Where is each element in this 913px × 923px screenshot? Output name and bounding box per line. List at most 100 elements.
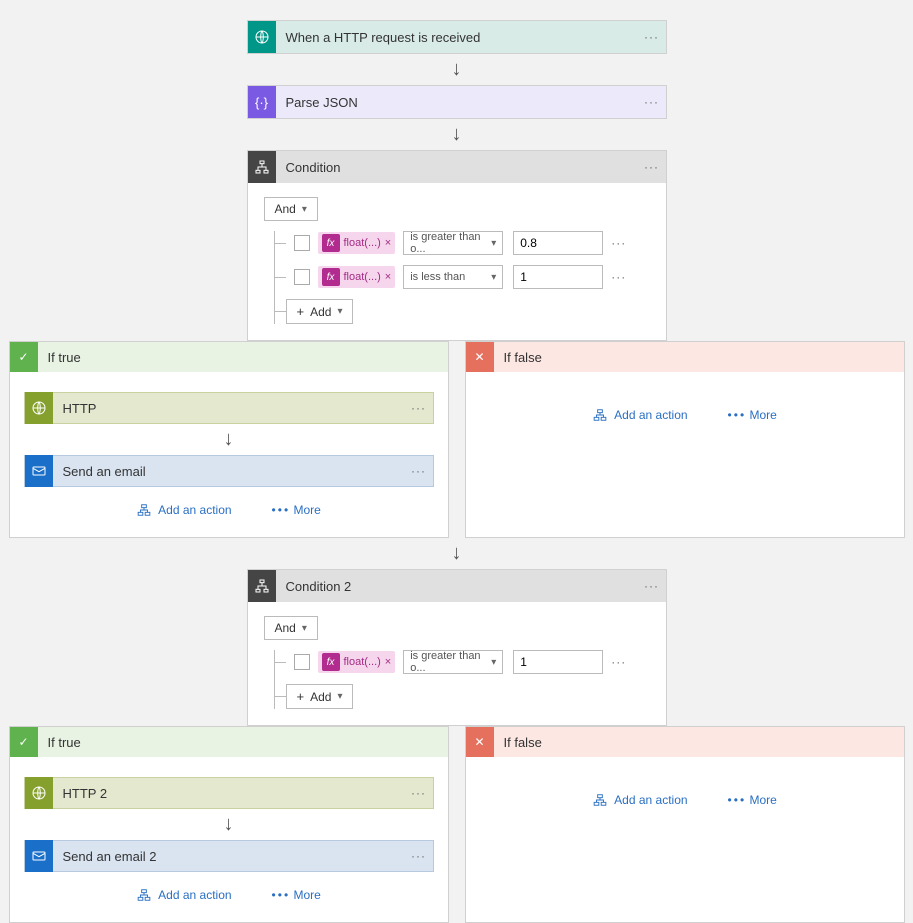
condition-row: fx float(...) × is greater than o...▾ ··… — [274, 231, 650, 255]
trigger-menu[interactable]: ··· — [638, 30, 666, 44]
action-title: Send an email — [53, 464, 405, 479]
if-true-branch: ✓ If true HTTP ··· ↓ — [9, 341, 449, 538]
add-action-button[interactable]: Add an action — [136, 888, 231, 902]
flow-canvas: When a HTTP request is received ··· ↓ {·… — [0, 0, 913, 923]
action-menu[interactable]: ··· — [405, 464, 433, 478]
if-false-branch: ✕ If false Add an action ••• More — [465, 341, 905, 538]
branch-container: ✓ If true HTTP ··· ↓ — [9, 341, 905, 538]
logic-selector[interactable]: And ▾ — [264, 616, 318, 640]
branch-label: If true — [38, 350, 81, 365]
check-icon: ✓ — [10, 342, 38, 372]
condition-title: Condition — [276, 160, 638, 175]
email-action-card[interactable]: Send an email ··· — [24, 455, 434, 487]
pill-remove[interactable]: × — [385, 656, 391, 668]
logic-label: And — [275, 621, 296, 635]
branch-label: If false — [494, 735, 542, 750]
row-menu[interactable]: ··· — [611, 655, 626, 669]
fx-icon: fx — [322, 653, 340, 671]
more-button[interactable]: ••• More — [272, 503, 321, 517]
pill-text: float(...) — [344, 271, 381, 283]
x-icon: ✕ — [466, 727, 494, 757]
globe-icon — [25, 392, 53, 424]
condition2-menu[interactable]: ··· — [638, 579, 666, 593]
value-input[interactable] — [513, 650, 603, 674]
logic-selector[interactable]: And ▾ — [264, 197, 318, 221]
branch-label: If false — [494, 350, 542, 365]
operator-select[interactable]: is greater than o...▾ — [403, 650, 503, 674]
condition-menu[interactable]: ··· — [638, 160, 666, 174]
chevron-down-icon: ▾ — [337, 691, 342, 702]
fx-icon: fx — [322, 268, 340, 286]
condition-row: fx float(...) × is greater than o...▾ ··… — [274, 650, 650, 674]
branch-icon — [248, 570, 276, 602]
row-menu[interactable]: ··· — [611, 236, 626, 250]
condition2-header[interactable]: Condition 2 ··· — [248, 570, 666, 602]
row-checkbox[interactable] — [294, 235, 310, 251]
row-menu[interactable]: ··· — [611, 270, 626, 284]
plus-icon: + — [297, 689, 305, 704]
plus-icon: + — [297, 304, 305, 319]
pill-text: float(...) — [344, 237, 381, 249]
add-row-button[interactable]: + Add ▾ — [286, 684, 354, 709]
expression-pill[interactable]: fx float(...) × — [318, 232, 396, 254]
add-action-button[interactable]: Add an action — [592, 793, 687, 807]
globe-icon — [25, 777, 53, 809]
logic-label: And — [275, 202, 296, 216]
outlook-icon — [25, 840, 53, 872]
more-button[interactable]: ••• More — [272, 888, 321, 902]
email-action-card[interactable]: Send an email 2 ··· — [24, 840, 434, 872]
row-checkbox[interactable] — [294, 654, 310, 670]
more-button[interactable]: ••• More — [728, 793, 777, 807]
http-action-card[interactable]: HTTP ··· — [24, 392, 434, 424]
operator-select[interactable]: is greater than o...▾ — [403, 231, 503, 255]
more-button[interactable]: ••• More — [728, 408, 777, 422]
add-action-button[interactable]: Add an action — [592, 408, 687, 422]
pill-remove[interactable]: × — [385, 271, 391, 283]
operator-select[interactable]: is less than▾ — [403, 265, 503, 289]
chevron-down-icon: ▾ — [337, 306, 342, 317]
condition-card: Condition ··· And ▾ fx float(...) × is gr… — [247, 150, 667, 341]
expression-pill[interactable]: fx float(...) × — [318, 266, 396, 288]
parse-json-card[interactable]: {·} Parse JSON ··· — [247, 85, 667, 119]
value-input[interactable] — [513, 265, 603, 289]
fx-icon: fx — [322, 234, 340, 252]
row-checkbox[interactable] — [294, 269, 310, 285]
action-menu[interactable]: ··· — [405, 401, 433, 415]
if-false-branch-2: ✕ If false Add an action ••• More — [465, 726, 905, 923]
branch-icon — [248, 151, 276, 183]
arrow-icon: ↓ — [224, 428, 234, 451]
action-menu[interactable]: ··· — [405, 849, 433, 863]
condition-row: fx float(...) × is less than▾ ··· — [274, 265, 650, 289]
braces-icon: {·} — [248, 86, 276, 118]
action-title: HTTP — [53, 401, 405, 416]
pill-text: float(...) — [344, 656, 381, 668]
outlook-icon — [25, 455, 53, 487]
http-action-card[interactable]: HTTP 2 ··· — [24, 777, 434, 809]
arrow-icon: ↓ — [224, 813, 234, 836]
arrow-icon: ↓ — [452, 58, 462, 81]
chevron-down-icon: ▾ — [491, 238, 496, 249]
condition-header[interactable]: Condition ··· — [248, 151, 666, 183]
trigger-card[interactable]: When a HTTP request is received ··· — [247, 20, 667, 54]
branch-container-2: ✓ If true HTTP 2 ··· ↓ — [9, 726, 905, 923]
arrow-icon: ↓ — [452, 123, 462, 146]
check-icon: ✓ — [10, 727, 38, 757]
add-row-button[interactable]: + Add ▾ — [286, 299, 354, 324]
condition2-card: Condition 2 ··· And ▾ fx float(...) × is … — [247, 569, 667, 726]
trigger-title: When a HTTP request is received — [276, 30, 638, 45]
if-true-branch-2: ✓ If true HTTP 2 ··· ↓ — [9, 726, 449, 923]
x-icon: ✕ — [466, 342, 494, 372]
add-action-button[interactable]: Add an action — [136, 503, 231, 517]
branch-label: If true — [38, 735, 81, 750]
chevron-down-icon: ▾ — [302, 623, 307, 634]
value-input[interactable] — [513, 231, 603, 255]
action-title: Send an email 2 — [53, 849, 405, 864]
action-title: HTTP 2 — [53, 786, 405, 801]
action-menu[interactable]: ··· — [405, 786, 433, 800]
condition2-title: Condition 2 — [276, 579, 638, 594]
parse-menu[interactable]: ··· — [638, 95, 666, 109]
expression-pill[interactable]: fx float(...) × — [318, 651, 396, 673]
pill-remove[interactable]: × — [385, 237, 391, 249]
chevron-down-icon: ▾ — [302, 204, 307, 215]
globe-icon — [248, 21, 276, 53]
